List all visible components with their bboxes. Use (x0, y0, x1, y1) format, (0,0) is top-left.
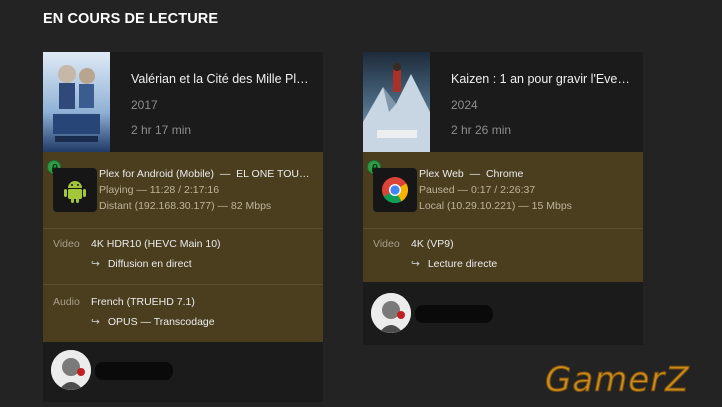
playback-state: Playing — 11:28 / 2:17:16 (99, 184, 220, 196)
watermark-logo: GamerZ (545, 360, 690, 401)
user-row[interactable] (363, 285, 643, 345)
player-device: Chrome (485, 168, 524, 180)
audio-decision-label: OPUS — Transcodage (107, 316, 215, 328)
divider (43, 228, 323, 229)
username-redacted (95, 362, 173, 380)
avatar[interactable] (371, 293, 411, 333)
media-year: 2024 (451, 98, 478, 112)
network-info: Local (10.29.10.221) — 15 Mbps (419, 200, 572, 212)
username-redacted (415, 305, 493, 323)
player-device: EL ONE TOUCH (236, 168, 311, 180)
playback-state: Paused — 0:17 / 2:26:37 (419, 184, 536, 196)
media-duration: 2 hr 26 min (451, 123, 512, 137)
redirect-arrow-icon: ↪ (91, 258, 100, 270)
media-duration: 2 hr 17 min (131, 123, 192, 137)
stream-details: Plex Web — Chrome Paused — 0:17 / 2:26:3… (363, 152, 643, 282)
video-decision: ↪ Lecture directe (411, 258, 497, 270)
user-row[interactable] (43, 342, 323, 402)
video-label: Video (373, 238, 400, 250)
stream-details: Plex for Android (Mobile) — EL ONE TOUCH… (43, 152, 323, 342)
video-decision: ↪ Diffusion en direct (91, 258, 192, 270)
chrome-icon (373, 168, 417, 212)
network-info: Distant (192.168.30.177) — 82 Mbps (99, 200, 272, 212)
media-header[interactable]: Valérian et la Cité des Mille Planètes 2… (43, 52, 323, 155)
video-value: 4K (VP9) (411, 238, 454, 250)
redirect-arrow-icon: ↪ (411, 258, 420, 270)
player-separator: — (219, 168, 231, 180)
audio-label: Audio (53, 296, 80, 308)
session-card[interactable]: Valérian et la Cité des Mille Planètes 2… (43, 52, 323, 402)
video-label: Video (53, 238, 80, 250)
divider (363, 228, 643, 229)
video-value: 4K HDR10 (HEVC Main 10) (91, 238, 221, 250)
section-title: EN COURS DE LECTURE (43, 11, 219, 27)
player-name: Plex Web — Chrome (419, 166, 631, 182)
audio-value: French (TRUEHD 7.1) (91, 296, 195, 308)
session-card[interactable]: Kaizen : 1 an pour gravir l'Everest 2024… (363, 52, 643, 345)
android-icon (53, 168, 97, 212)
poster-image[interactable] (363, 52, 430, 152)
media-title[interactable]: Kaizen : 1 an pour gravir l'Everest (451, 72, 631, 86)
player-app: Plex for Android (Mobile) (99, 168, 214, 180)
player-separator: — (469, 168, 481, 180)
media-header[interactable]: Kaizen : 1 an pour gravir l'Everest 2024… (363, 52, 643, 155)
avatar[interactable] (51, 350, 91, 390)
poster-image[interactable] (43, 52, 110, 152)
media-year: 2017 (131, 98, 158, 112)
video-decision-label: Diffusion en direct (107, 258, 192, 270)
player-name: Plex for Android (Mobile) — EL ONE TOUCH (99, 166, 311, 182)
video-decision-label: Lecture directe (427, 258, 498, 270)
media-title[interactable]: Valérian et la Cité des Mille Planètes (131, 72, 311, 86)
player-app: Plex Web (419, 168, 464, 180)
audio-decision: ↪ OPUS — Transcodage (91, 316, 215, 328)
redirect-arrow-icon: ↪ (91, 316, 100, 328)
divider (43, 284, 323, 285)
